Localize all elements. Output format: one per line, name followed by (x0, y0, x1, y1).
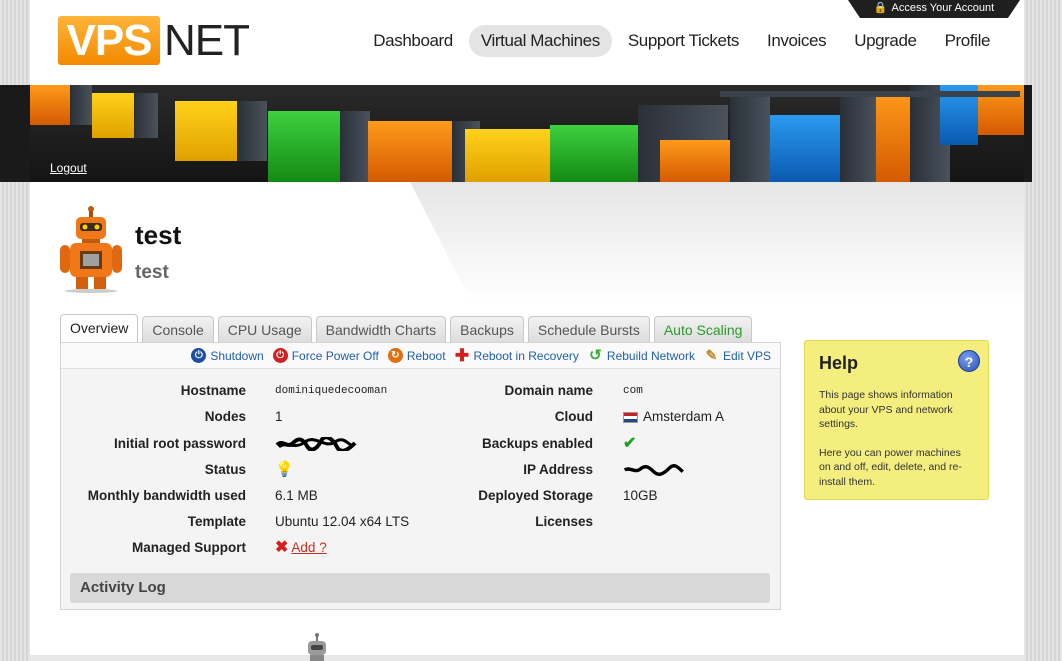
pencil-icon: ✎ (705, 347, 718, 363)
domain-name-label: Domain name (504, 383, 593, 398)
domain-name-value: com (623, 385, 643, 397)
overview-panel: ⏻ Shutdown ⏻ Force Power Off ↻ Reboot ✚ … (60, 342, 781, 610)
backups-enabled-label: Backups enabled (481, 436, 593, 451)
reboot-icon: ↻ (387, 348, 403, 363)
force-power-off-action[interactable]: ⏻ Force Power Off (272, 348, 379, 363)
tab-schedule-bursts[interactable]: Schedule Bursts (527, 316, 650, 343)
shutdown-action[interactable]: ⏻ Shutdown (191, 348, 264, 363)
help-title: Help (819, 353, 859, 373)
refresh-green-icon: ↺ (589, 347, 602, 364)
nodes-value: 1 (275, 409, 283, 424)
ip-address-redacted (623, 460, 693, 480)
nav-profile[interactable]: Profile (933, 25, 1002, 57)
question-icon[interactable]: ? (958, 350, 980, 372)
cloud-name: Amsterdam A (643, 409, 725, 424)
nodes-label: Nodes (204, 409, 246, 424)
vm-subtitle: test (135, 262, 169, 283)
add-managed-support-link[interactable]: Add ? (291, 540, 326, 555)
cross-icon: ✖ (275, 539, 289, 556)
plus-red-icon: ✚ (454, 346, 470, 365)
nav-virtual-machines[interactable]: Virtual Machines (468, 25, 612, 57)
force-power-off-label: Force Power Off (291, 348, 379, 363)
edit-vps-action[interactable]: ✎ Edit VPS (704, 348, 771, 363)
deployed-storage-value: 10GB (623, 488, 658, 503)
nav-invoices[interactable]: Invoices (755, 25, 838, 57)
root-password-label: Initial root password (113, 436, 246, 451)
deployed-storage-label: Deployed Storage (478, 488, 593, 503)
activity-log-header[interactable]: Activity Log (70, 573, 770, 603)
vm-title: test (135, 220, 182, 250)
managed-support-value: ✖ Add ? (275, 538, 327, 558)
server-cubes-illustration (30, 85, 1024, 182)
template-label: Template (187, 514, 246, 529)
access-account-label: Access Your Account (891, 2, 995, 14)
main-nav: Dashboard Virtual Machines Support Ticke… (357, 25, 1002, 57)
banner-reflection (410, 182, 1024, 302)
logo-vps-mark: VPS (58, 16, 160, 65)
vm-actions-bar: ⏻ Shutdown ⏻ Force Power Off ↻ Reboot ✚ … (61, 343, 780, 369)
bandwidth-value: 6.1 MB (275, 488, 318, 503)
power-blue-icon: ⏻ (191, 348, 207, 363)
managed-support-label: Managed Support (132, 540, 246, 555)
robot-avatar (60, 206, 122, 293)
cloud-label: Cloud (554, 409, 593, 424)
rebuild-network-action[interactable]: ↺ Rebuild Network (588, 348, 695, 363)
root-password-redacted (275, 434, 357, 454)
cube-row-back (30, 85, 1024, 182)
checkmark-icon: ✔ (623, 435, 637, 452)
vm-tabs: Overview Console CPU Usage Bandwidth Cha… (60, 314, 756, 343)
page: VPS NET 🔒 Access Your Account Dashboard V… (30, 0, 1024, 661)
licenses-label: Licenses (535, 514, 593, 529)
status-label: Status (204, 462, 246, 477)
nav-upgrade[interactable]: Upgrade (842, 25, 928, 57)
redaction-scribble (623, 464, 684, 477)
ip-address-label: IP Address (523, 462, 593, 477)
shutdown-label: Shutdown (210, 348, 264, 363)
cloud-value: Amsterdam A (623, 407, 724, 427)
reboot-label: Reboot (406, 348, 446, 363)
redaction-scribble (275, 437, 357, 452)
edit-vps-label: Edit VPS (722, 348, 771, 363)
tab-auto-scaling[interactable]: Auto Scaling (653, 316, 753, 343)
power-red-icon: ⏻ (272, 348, 288, 363)
tab-cpu-usage[interactable]: CPU Usage (217, 316, 312, 343)
logo-net-text: NET (164, 16, 250, 65)
tab-backups[interactable]: Backups (450, 316, 524, 343)
tab-bandwidth-charts[interactable]: Bandwidth Charts (315, 316, 447, 343)
reboot-action[interactable]: ↻ Reboot (387, 348, 446, 363)
help-text: This page shows information about your V… (819, 388, 974, 489)
help-paragraph: Here you can power machines on and off, … (819, 446, 962, 488)
hostname-label: Hostname (180, 383, 246, 398)
tab-console[interactable]: Console (142, 316, 214, 343)
help-box: Help ? This page shows information about… (804, 340, 989, 500)
vpsnet-logo[interactable]: VPS NET (58, 16, 250, 68)
footer-robot-icon (308, 633, 326, 661)
reboot-recovery-action[interactable]: ✚ Reboot in Recovery (454, 346, 579, 365)
nav-support-tickets[interactable]: Support Tickets (616, 25, 751, 57)
tab-overview[interactable]: Overview (60, 314, 139, 343)
reboot-recovery-label: Reboot in Recovery (473, 348, 579, 363)
help-paragraph: This page shows information about your V… (819, 389, 953, 430)
nav-dashboard[interactable]: Dashboard (361, 25, 465, 57)
access-account-tab[interactable]: 🔒 Access Your Account (848, 0, 1020, 18)
lock-icon: 🔒 (873, 2, 888, 14)
bandwidth-label: Monthly bandwidth used (87, 488, 246, 503)
footer-divider (30, 655, 1024, 661)
hostname-value: dominiquedecooman (275, 385, 388, 397)
server-banner: Logout (30, 85, 1024, 182)
logout-link[interactable]: Logout (50, 161, 87, 175)
rebuild-network-label: Rebuild Network (606, 348, 695, 363)
netherlands-flag-icon (623, 411, 638, 423)
template-value: Ubuntu 12.04 x64 LTS (275, 514, 410, 529)
status-bulb-icon: 💡 (275, 461, 294, 478)
